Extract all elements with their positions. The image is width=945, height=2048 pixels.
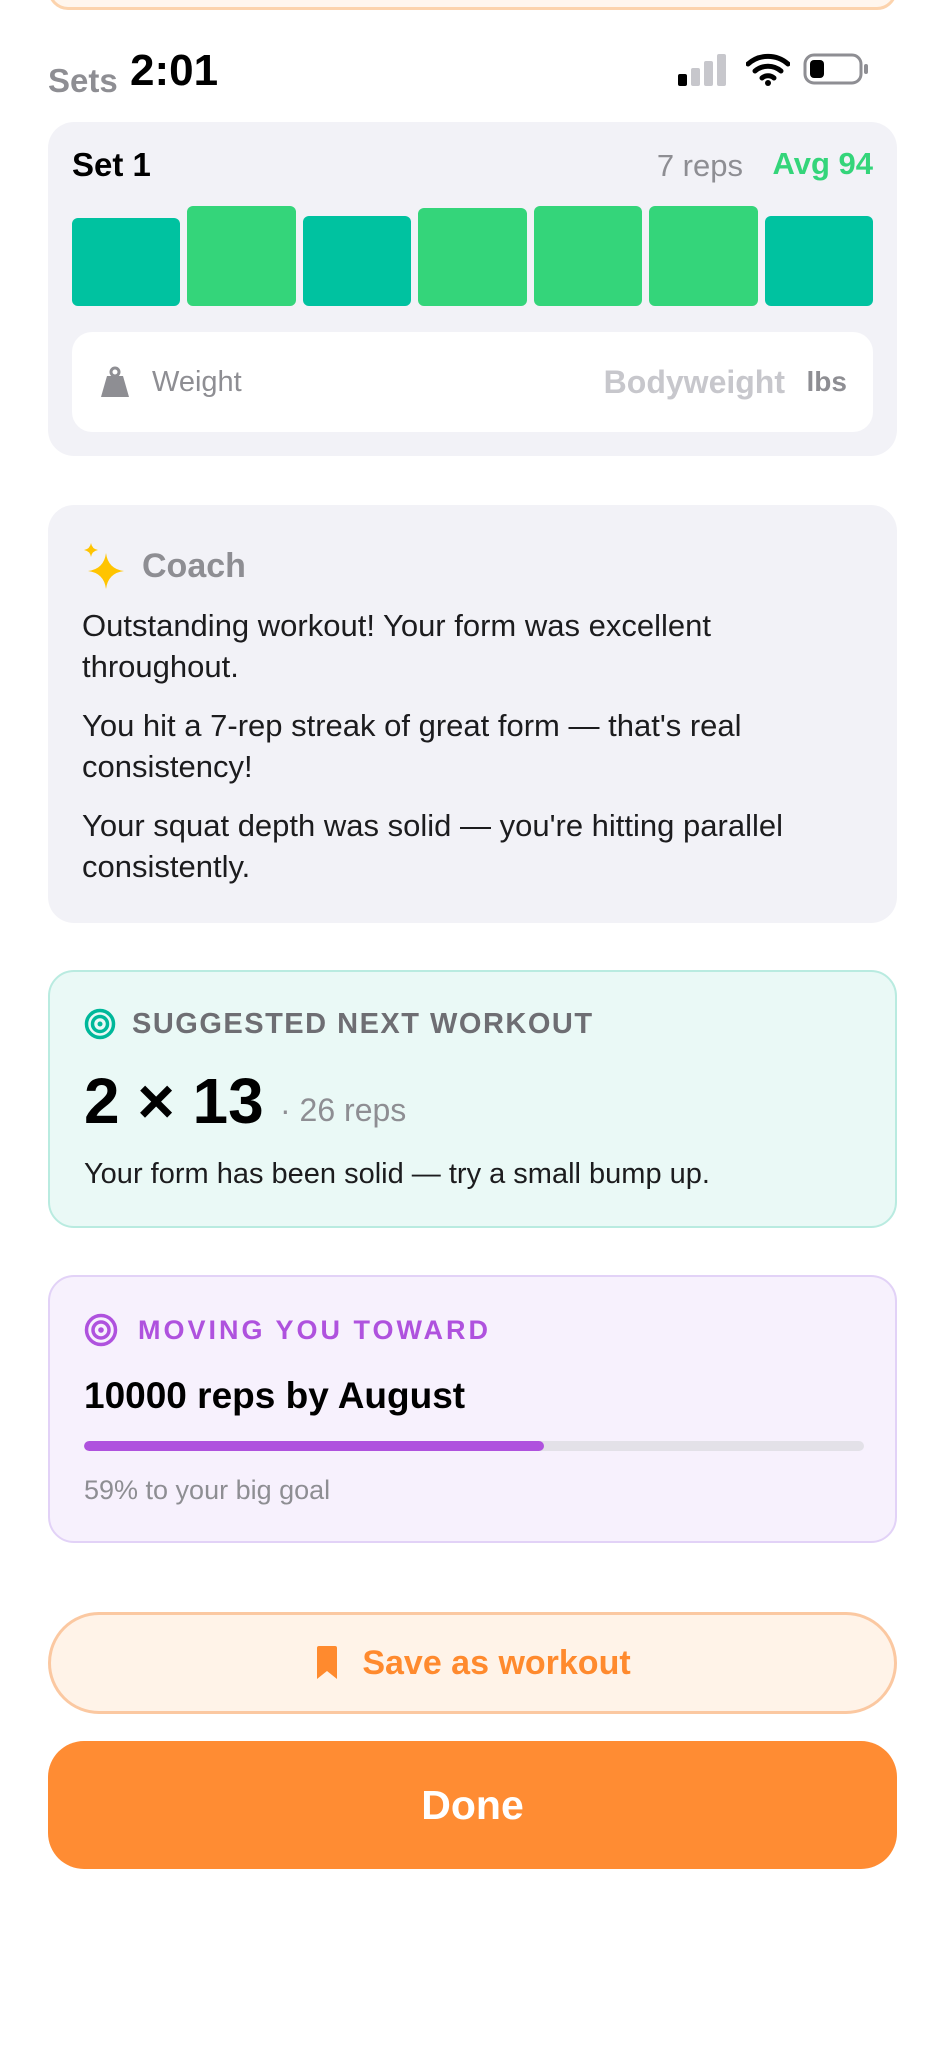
suggested-workout-card[interactable]: SUGGESTED NEXT WORKOUT 2 × 13 · 26 reps … [48,970,897,1228]
weight-icon [101,366,129,397]
battery-icon [803,53,868,85]
rep-bar [72,218,181,306]
set-title: Set 1 [72,146,151,183]
target-icon [84,1008,116,1040]
save-as-workout-button[interactable]: Save as workout [48,1612,897,1714]
goal-progress-fill [84,1441,545,1451]
weight-value[interactable]: Bodyweight [604,364,785,401]
sets-label: Sets [48,62,118,99]
goal-caption: 59% to your big goal [84,1475,331,1505]
goal-progress-bar [84,1441,864,1451]
weight-unit: lbs [806,366,847,397]
sparkle-icon [84,543,124,589]
rep-quality-bars [72,206,873,306]
weight-row[interactable]: Weight Bodyweight lbs [72,332,873,432]
set-average-score: Avg 94 [772,146,873,181]
set-card: Set 1 7 reps Avg 94 Weight Bodyweight lb… [48,122,897,456]
coach-message: Outstanding workout! Your form was excel… [82,608,711,684]
wifi-icon [746,53,790,86]
weight-label: Weight [152,366,242,398]
status-time: 2:01 [130,46,219,95]
bookmark-icon [317,1646,338,1679]
status-bar: Sets 2:01 [48,40,897,100]
target-icon [84,1313,118,1347]
rep-bar [764,216,873,306]
previous-card-edge [48,0,897,10]
save-as-workout-label: Save as workout [362,1643,631,1682]
suggested-note: Your form has been solid — try a small b… [84,1158,710,1190]
goal-title: 10000 reps by August [84,1375,466,1416]
rep-bar [302,216,412,306]
suggested-total-reps: · 26 reps [280,1092,407,1128]
rep-bar [187,206,296,306]
rep-bar [418,208,527,306]
suggested-title: SUGGESTED NEXT WORKOUT [132,1008,594,1040]
coach-title: Coach [142,547,246,585]
goal-progress-card[interactable]: MOVING YOU TOWARD 10000 reps by August 5… [48,1275,897,1543]
done-label: Done [421,1781,524,1828]
coach-card: Coach Outstanding workout! Your form was… [48,505,897,923]
workout-summary-screen: Sets 2:01 Set 1 7 reps Avg 94 Weight Bod… [0,0,945,2048]
cellular-signal-icon [678,54,728,86]
done-button[interactable]: Done [48,1741,897,1869]
rep-bar [649,206,758,306]
set-rep-count: 7 reps [656,148,743,183]
coach-message: You hit a 7-rep streak of great form — t… [82,708,742,784]
goal-kicker: MOVING YOU TOWARD [138,1315,492,1345]
coach-message: Your squat depth was solid — you're hitt… [82,808,783,884]
rep-bar [533,206,643,306]
suggested-scheme: 2 × 13 [84,1065,264,1137]
